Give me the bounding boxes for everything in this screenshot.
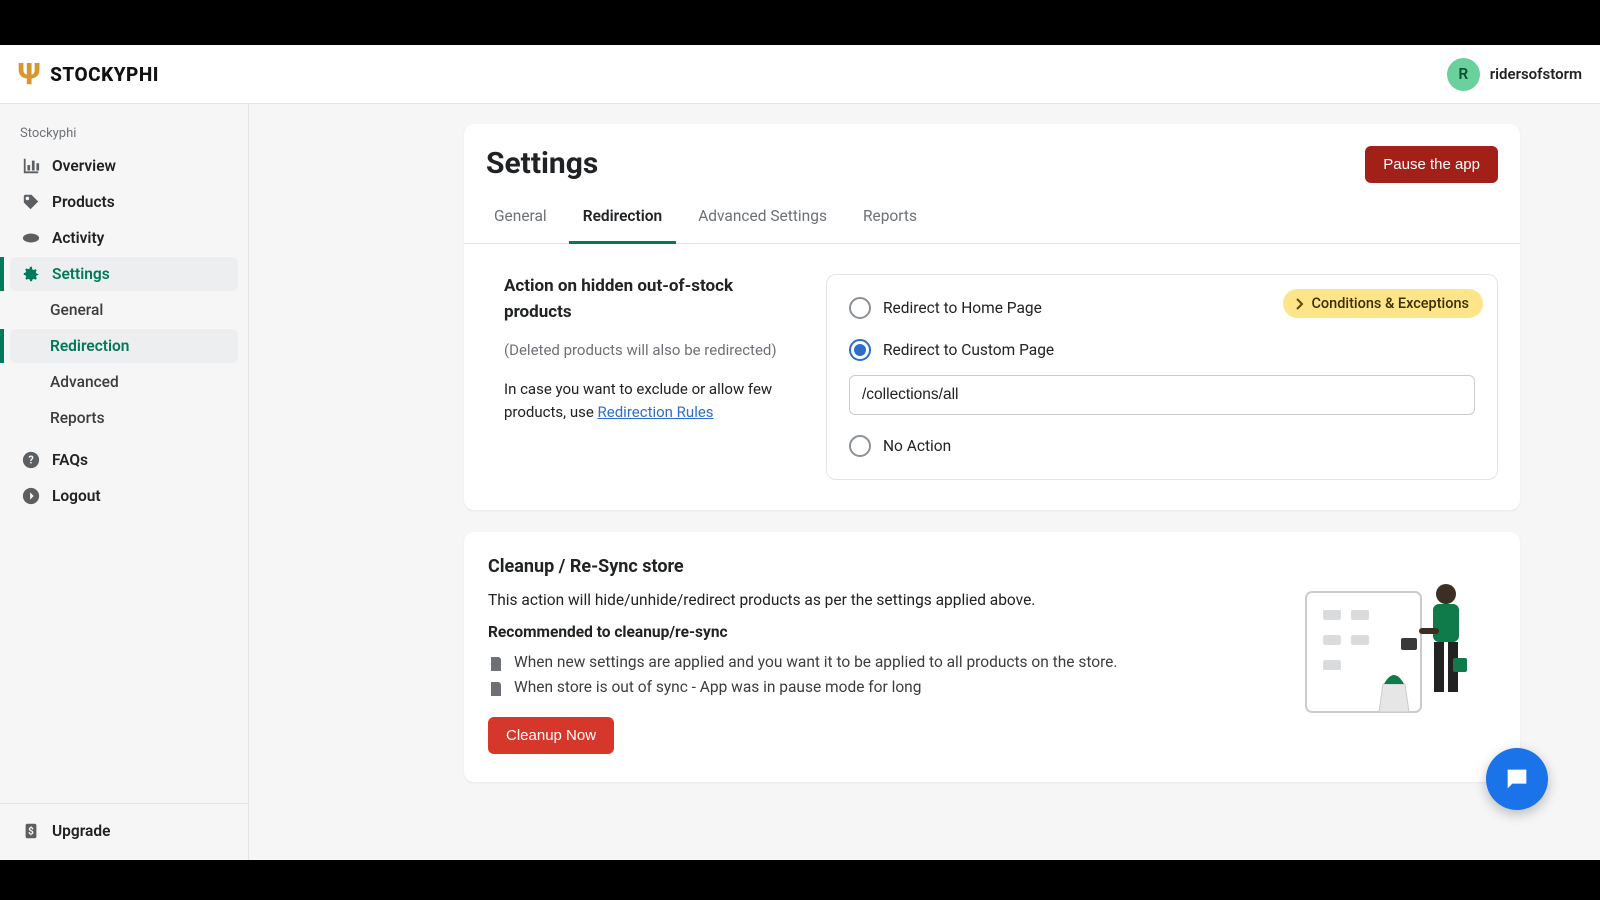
sidebar-item-products[interactable]: Products (10, 185, 238, 219)
chart-icon (22, 157, 40, 175)
cleanup-content: Cleanup / Re-Sync store This action will… (488, 556, 1266, 754)
sidebar-app-heading: Stockyphi (0, 118, 248, 149)
note-icon (488, 656, 504, 672)
username: ridersofstorm (1490, 65, 1582, 83)
sidebar-item-reports[interactable]: Reports (10, 401, 238, 435)
sidebar-item-label: Upgrade (52, 822, 110, 840)
main-content: Settings Pause the app General Redirecti… (249, 104, 1600, 860)
sidebar-item-general[interactable]: General (10, 293, 238, 327)
chat-icon (1503, 765, 1531, 793)
tab-reports[interactable]: Reports (861, 197, 919, 243)
note-icon (488, 681, 504, 697)
sidebar-item-label: Redirection (50, 337, 129, 355)
settings-description: Action on hidden out-of-stock products (… (486, 274, 796, 480)
sidebar-item-label: Advanced (50, 373, 119, 391)
user-menu[interactable]: R ridersofstorm (1447, 58, 1582, 91)
logo-icon: Ψ (18, 57, 40, 92)
bullet-text: When store is out of sync - App was in p… (514, 678, 921, 696)
sidebar-item-redirection[interactable]: Redirection (10, 329, 238, 363)
redirect-subnote: (Deleted products will also be redirecte… (504, 339, 790, 362)
sidebar-item-overview[interactable]: Overview (10, 149, 238, 183)
sidebar-item-label: Products (52, 193, 115, 211)
radio-redirect-custom[interactable]: Redirect to Custom Page (849, 339, 1475, 361)
bullet-text: When new settings are applied and you wa… (514, 653, 1118, 671)
radio-icon (849, 297, 871, 319)
sidebar-item-label: Logout (52, 487, 101, 505)
sidebar-item-label: FAQs (52, 451, 88, 469)
sidebar-item-advanced[interactable]: Advanced (10, 365, 238, 399)
logo-text: STOCKYPHI (50, 63, 159, 86)
redirect-options-panel: Conditions & Exceptions Redirect to Home… (826, 274, 1498, 480)
sidebar-item-label: Settings (52, 265, 110, 283)
sidebar-item-label: Overview (52, 157, 116, 175)
sidebar-nav: Overview Products Activity Settings Gene… (0, 149, 248, 803)
browser-chrome-top (0, 0, 1600, 45)
radio-icon (849, 435, 871, 457)
cleanup-bullet-2: When store is out of sync - App was in p… (488, 678, 1266, 697)
cleanup-card: Cleanup / Re-Sync store This action will… (464, 532, 1520, 782)
activity-icon (22, 229, 40, 247)
sidebar-item-activity[interactable]: Activity (10, 221, 238, 255)
sidebar: Stockyphi Overview Products Activity Set… (0, 104, 249, 860)
settings-tabs: General Redirection Advanced Settings Re… (464, 183, 1520, 244)
cleanup-heading: Cleanup / Re-Sync store (488, 556, 1266, 577)
topbar: Ψ STOCKYPHI R ridersofstorm (0, 45, 1600, 104)
browser-chrome-bottom (0, 860, 1600, 900)
radio-label: Redirect to Custom Page (883, 341, 1054, 359)
gear-icon (22, 265, 40, 283)
sidebar-item-logout[interactable]: Logout (10, 479, 238, 513)
sidebar-item-settings[interactable]: Settings (10, 257, 238, 291)
avatar: R (1447, 58, 1480, 91)
cleanup-illustration (1296, 556, 1496, 754)
card-header: Settings Pause the app (464, 124, 1520, 183)
svg-text:?: ? (28, 454, 33, 467)
sidebar-item-label: General (50, 301, 103, 319)
cleanup-recommend: Recommended to cleanup/re-sync (488, 623, 1266, 641)
sidebar-bottom: $ Upgrade (0, 803, 248, 860)
help-icon: ? (22, 451, 40, 469)
sidebar-item-faqs[interactable]: ? FAQs (10, 443, 238, 477)
radio-icon (849, 339, 871, 361)
tab-advanced-settings[interactable]: Advanced Settings (696, 197, 829, 243)
settings-card: Settings Pause the app General Redirecti… (464, 124, 1520, 510)
pause-app-button[interactable]: Pause the app (1365, 146, 1498, 183)
body: Stockyphi Overview Products Activity Set… (0, 104, 1600, 860)
logo[interactable]: Ψ STOCKYPHI (18, 57, 159, 92)
radio-no-action[interactable]: No Action (849, 435, 1475, 457)
svg-text:$: $ (28, 827, 34, 838)
radio-label: Redirect to Home Page (883, 299, 1042, 317)
settings-body: Action on hidden out-of-stock products (… (464, 244, 1520, 510)
redirect-exclude-text: In case you want to exclude or allow few… (504, 378, 790, 425)
chip-label: Conditions & Exceptions (1311, 295, 1469, 312)
radio-label: No Action (883, 437, 951, 455)
page-title: Settings (486, 146, 598, 181)
chevron-right-icon (1293, 298, 1305, 310)
cleanup-bullet-1: When new settings are applied and you wa… (488, 653, 1266, 672)
dollar-icon: $ (22, 822, 40, 840)
chat-fab[interactable] (1486, 748, 1548, 810)
redirection-rules-link[interactable]: Redirection Rules (598, 403, 714, 421)
tab-general[interactable]: General (492, 197, 549, 243)
cleanup-now-button[interactable]: Cleanup Now (488, 717, 614, 754)
conditions-exceptions-chip[interactable]: Conditions & Exceptions (1283, 289, 1483, 318)
sidebar-item-label: Activity (52, 229, 104, 247)
tab-redirection[interactable]: Redirection (581, 197, 664, 243)
sidebar-item-upgrade[interactable]: $ Upgrade (10, 814, 238, 848)
cleanup-desc: This action will hide/unhide/redirect pr… (488, 591, 1266, 609)
tag-icon (22, 193, 40, 211)
app-window: Ψ STOCKYPHI R ridersofstorm Stockyphi Ov… (0, 45, 1600, 860)
custom-url-input[interactable] (849, 375, 1475, 415)
logout-icon (22, 487, 40, 505)
sidebar-item-label: Reports (50, 409, 105, 427)
redirect-heading: Action on hidden out-of-stock products (504, 274, 790, 325)
